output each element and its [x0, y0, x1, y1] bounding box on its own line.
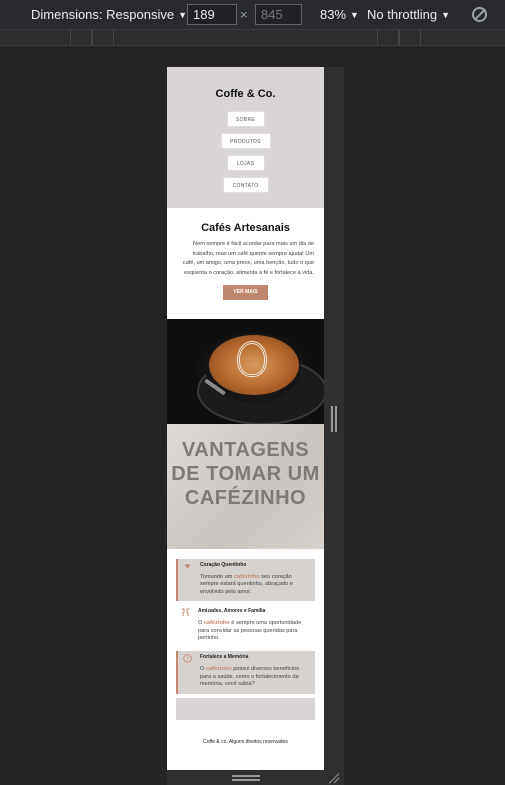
device-select-label: Dimensions: Responsive [31, 7, 175, 22]
latte-art-shape [237, 341, 267, 377]
list-item: ? Fortalece a Memória O cafézinho possui… [176, 651, 315, 694]
site-footer: Coffe & co. Alguns direitos reservados [167, 727, 324, 768]
device-select[interactable]: Dimensions: Responsive ▼ [31, 0, 187, 30]
item-text: Tomando um cafézinho seu coração sempre … [200, 574, 293, 595]
list-item: ♥ Coração Quentinho Tomando um cafézinho… [176, 559, 315, 602]
item-title: Amizades, Amores e Família [198, 608, 266, 615]
hero-section: Cafés Artesanais Nem sempre é fácil acor… [167, 208, 324, 319]
chevron-down-icon: ▼ [350, 10, 359, 20]
width-input[interactable] [187, 4, 237, 25]
resize-handle-right[interactable] [331, 406, 337, 432]
advantages-title: VANTAGENS DE TOMAR UM CAFÉZINHO [171, 439, 320, 509]
item-title: Fortalece a Memória [200, 654, 249, 661]
resize-corner-handle[interactable] [328, 772, 340, 784]
media-query-segment[interactable] [377, 30, 399, 46]
item-text: O cafézinho possui diversos benefícios p… [200, 666, 299, 688]
footer-text: Coffe & co. Alguns direitos reservados [203, 738, 288, 745]
rotate-icon[interactable] [472, 7, 487, 22]
hero-title: Cafés Artesanais [201, 222, 290, 234]
svg-text:?: ? [186, 657, 189, 663]
chevron-down-icon: ▼ [441, 10, 451, 20]
nav-sobre[interactable]: SOBRE [226, 111, 265, 127]
media-query-segment[interactable] [92, 30, 114, 46]
zoom-select[interactable]: 83% ▼ [320, 0, 359, 30]
advantages-banner: VANTAGENS DE TOMAR UM CAFÉZINHO [167, 424, 324, 549]
advantages-list: ♥ Coração Quentinho Tomando um cafézinho… [167, 549, 324, 728]
times-separator: × [240, 7, 248, 22]
cheers-icon [181, 608, 190, 617]
media-query-bar [0, 30, 505, 46]
ver-mais-button[interactable]: VER MAIS [223, 285, 268, 300]
site-header: Coffe & Co. SOBRE PRODUTOS LOJAS CONTATO [167, 67, 324, 208]
site-logo[interactable]: Coffe & Co. [167, 88, 324, 100]
heart-icon: ♥ [184, 561, 191, 571]
divider-band [176, 697, 315, 720]
list-item: Amizades, Amores e Família O cafézinho é… [176, 605, 315, 647]
media-query-segment[interactable] [70, 30, 92, 46]
resize-handle-bottom[interactable] [232, 775, 260, 781]
nav-contato[interactable]: CONTATO [222, 177, 269, 193]
height-input[interactable] [255, 4, 302, 25]
item-text: O cafézinho é sempre uma oportunidade pa… [198, 620, 302, 642]
item-title: Coração Quentinho [200, 562, 247, 568]
nav-produtos[interactable]: PRODUTOS [220, 133, 271, 149]
question-icon: ? [183, 654, 192, 664]
nav-lojas[interactable]: LOJAS [226, 155, 265, 171]
zoom-label: 83% [320, 7, 347, 22]
device-toolbar: Dimensions: Responsive▼ × 83%▼ No thrott… [0, 0, 505, 30]
emulated-viewport: Coffe & Co. SOBRE PRODUTOS LOJAS CONTATO… [167, 67, 324, 770]
hero-text: Nem sempre é fácil acordar para mais um … [182, 241, 314, 276]
chevron-down-icon: ▼ [178, 10, 187, 20]
coffee-cup-image [167, 319, 324, 424]
media-query-segment[interactable] [399, 30, 421, 46]
throttling-select[interactable]: No throttling ▼ [367, 0, 450, 30]
throttling-label: No throttling [367, 7, 438, 22]
